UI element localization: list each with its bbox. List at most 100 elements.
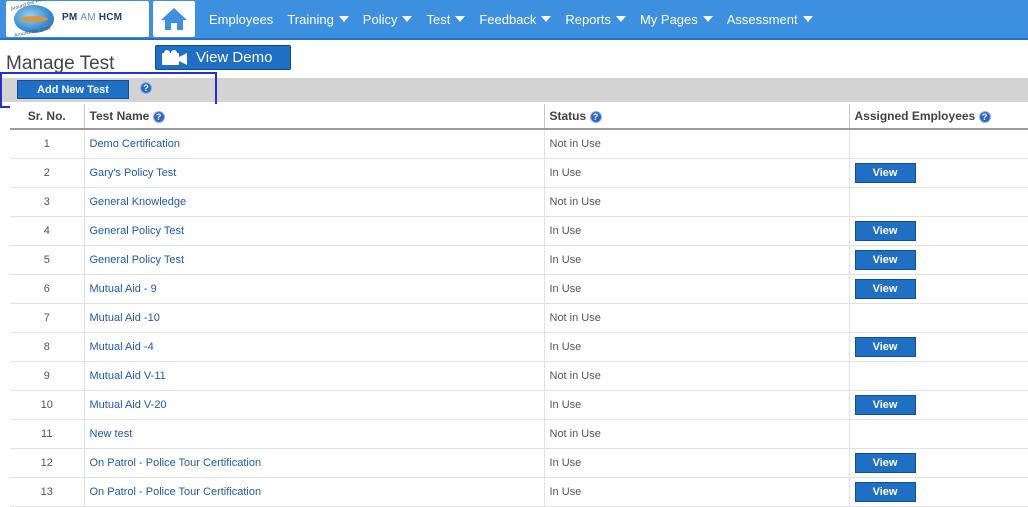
nav-item-label: Reports — [565, 11, 611, 27]
row-assigned-cell — [848, 361, 1028, 391]
highlight-outline — [0, 72, 217, 108]
help-icon[interactable]: ? — [589, 110, 602, 123]
nav-item-employees[interactable]: Employees — [202, 12, 280, 27]
row-status: Not in Use — [543, 303, 849, 333]
table-row: 6 Mutual Aid - 9 In Use View — [10, 274, 1028, 304]
app-logo[interactable]: Around the world Around the clock PM AM … — [6, 0, 149, 39]
nav-item-reports[interactable]: Reports — [558, 12, 633, 27]
header-status-label: Status — [549, 109, 587, 123]
view-assigned-employees-button[interactable]: View — [854, 220, 916, 241]
caret-down-icon — [338, 16, 349, 22]
test-name-link[interactable]: Mutual Aid -10 — [83, 303, 544, 333]
nav-divider — [0, 38, 1028, 40]
test-name-link[interactable]: General Policy Test — [83, 216, 544, 246]
view-assigned-employees-button[interactable]: View — [854, 336, 916, 357]
test-name-link[interactable]: On Patrol - Police Tour Certification — [83, 448, 544, 478]
view-assigned-employees-button[interactable]: View — [854, 394, 916, 415]
table-row: 13 On Patrol - Police Tour Certification I… — [10, 477, 1028, 507]
nav-item-label: Feedback — [479, 11, 537, 27]
view-demo-label: View Demo — [196, 49, 273, 66]
table-row: 12 On Patrol - Police Tour Certification I… — [10, 448, 1028, 478]
row-sr-no: 4 — [10, 216, 84, 246]
caret-down-icon — [402, 16, 413, 22]
row-sr-no: 1 — [10, 129, 84, 159]
row-sr-no: 11 — [10, 419, 84, 449]
test-name-link[interactable]: Gary's Policy Test — [83, 158, 544, 188]
header-status[interactable]: Status ? — [543, 104, 849, 130]
row-status: In Use — [543, 332, 849, 362]
row-sr-no: 3 — [10, 187, 84, 217]
logo-am: AM — [80, 12, 96, 23]
video-camera-icon — [162, 49, 187, 65]
row-assigned-cell — [848, 129, 1028, 159]
table-row: 2 Gary's Policy Test In Use View — [10, 158, 1028, 188]
logo-pm: PM — [62, 12, 78, 23]
row-sr-no: 2 — [10, 158, 84, 188]
view-assigned-employees-button[interactable]: View — [854, 481, 916, 502]
table-header-row: Sr. No. Test Name ? Status ? Assigned Em… — [10, 104, 1028, 130]
test-name-link[interactable]: Mutual Aid -4 — [83, 332, 544, 362]
home-button[interactable] — [153, 1, 195, 37]
test-name-link[interactable]: Mutual Aid V-20 — [83, 390, 544, 420]
test-name-link[interactable]: New test — [83, 419, 544, 449]
row-assigned-cell — [848, 419, 1028, 449]
help-icon[interactable]: ? — [152, 110, 165, 123]
row-status: Not in Use — [543, 129, 849, 159]
row-sr-no: 8 — [10, 332, 84, 362]
row-sr-no: 5 — [10, 245, 84, 275]
row-assigned-cell: View — [848, 448, 1028, 478]
caret-down-icon — [702, 16, 713, 22]
caret-down-icon — [541, 16, 552, 22]
test-name-link[interactable]: On Patrol - Police Tour Certification — [83, 477, 544, 507]
header-assigned-employees[interactable]: Assigned Employees ? — [848, 104, 1028, 130]
help-icon[interactable]: ? — [978, 110, 991, 123]
row-sr-no: 13 — [10, 477, 84, 507]
nav-item-label: Test — [426, 11, 451, 27]
nav-item-label: My Pages — [639, 11, 698, 27]
view-demo-button[interactable]: View Demo — [155, 45, 291, 70]
nav-item-my-pages[interactable]: My Pages — [633, 12, 720, 27]
header-assigned-label: Assigned Employees — [854, 109, 976, 123]
row-assigned-cell: View — [848, 332, 1028, 362]
header-sr-no-label: Sr. No. — [27, 109, 66, 123]
row-status: Not in Use — [543, 187, 849, 217]
view-assigned-employees-button[interactable]: View — [854, 249, 916, 270]
test-name-link[interactable]: Mutual Aid - 9 — [83, 274, 544, 304]
nav-item-training[interactable]: Training — [280, 12, 355, 27]
row-sr-no: 12 — [10, 448, 84, 478]
row-sr-no: 6 — [10, 274, 84, 304]
nav-item-label: Training — [287, 11, 334, 27]
view-assigned-employees-button[interactable]: View — [854, 278, 916, 299]
nav-item-test[interactable]: Test — [419, 12, 472, 27]
row-assigned-cell: View — [848, 245, 1028, 275]
caret-down-icon — [615, 16, 626, 22]
view-assigned-employees-button[interactable]: View — [854, 162, 916, 183]
nav-item-label: Assessment — [726, 11, 798, 27]
row-status: In Use — [543, 390, 849, 420]
row-status: In Use — [543, 448, 849, 478]
nav-item-feedback[interactable]: Feedback — [472, 12, 558, 27]
table-row: 8 Mutual Aid -4 In Use View — [10, 332, 1028, 362]
home-icon — [161, 8, 187, 30]
table-row: 1 Demo Certification Not in Use — [10, 129, 1028, 159]
row-status: In Use — [543, 158, 849, 188]
view-assigned-employees-button[interactable]: View — [854, 452, 916, 473]
row-assigned-cell: View — [848, 390, 1028, 420]
row-sr-no: 10 — [10, 390, 84, 420]
logo-hcm: HCM — [98, 12, 123, 23]
row-sr-no: 7 — [10, 303, 84, 333]
test-name-link[interactable]: Demo Certification — [83, 129, 544, 159]
header-test-name[interactable]: Test Name ? — [83, 104, 544, 130]
test-name-link[interactable]: Mutual Aid V-11 — [83, 361, 544, 391]
nav-item-policy[interactable]: Policy — [356, 12, 420, 27]
row-status: In Use — [543, 477, 849, 507]
main-menu: Employees Training Policy Test Feedback Repor… — [202, 0, 820, 38]
row-assigned-cell — [848, 303, 1028, 333]
nav-item-assessment[interactable]: Assessment — [720, 12, 820, 27]
test-name-link[interactable]: General Policy Test — [83, 245, 544, 275]
test-name-link[interactable]: General Knowledge — [83, 187, 544, 217]
header-sr-no[interactable]: Sr. No. — [10, 104, 84, 130]
row-status: In Use — [543, 274, 849, 304]
caret-down-icon — [802, 16, 813, 22]
table-row: 7 Mutual Aid -10 Not in Use — [10, 303, 1028, 333]
